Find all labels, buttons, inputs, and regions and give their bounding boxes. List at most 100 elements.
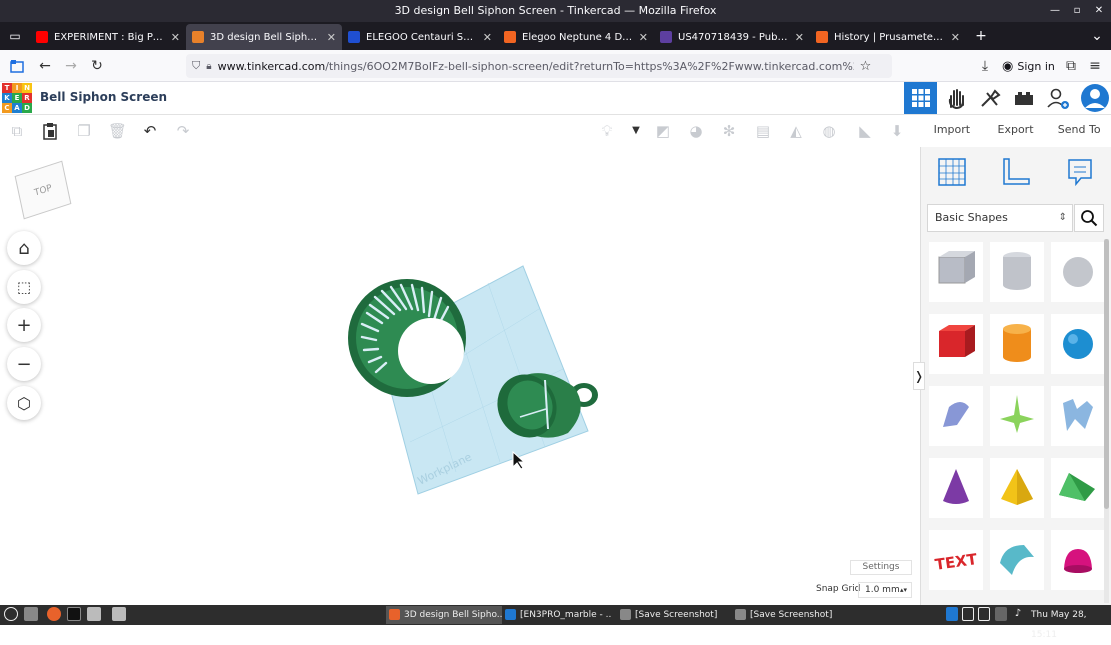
shape-cone[interactable] <box>929 458 983 518</box>
shape-box-hole[interactable] <box>929 242 983 302</box>
url-bar[interactable]: ⛉ 🔒︎ www.tinkercad.com/things/6OO2M7BoIF… <box>186 54 892 78</box>
shape-shape-generator[interactable] <box>990 386 1044 446</box>
close-tab-icon[interactable]: ✕ <box>171 31 180 44</box>
taskbar-window[interactable]: 3D design Bell Sipho... <box>386 606 502 624</box>
shape-paraboloid[interactable] <box>1051 530 1105 590</box>
close-tab-icon[interactable]: ✕ <box>483 31 492 44</box>
list-tabs-icon[interactable]: ⌄ <box>1084 23 1110 49</box>
downloads-icon[interactable]: ⤓ <box>972 53 998 79</box>
tab-overview-icon[interactable]: ▭ <box>0 23 30 49</box>
new-tab-icon[interactable]: + <box>966 23 996 49</box>
sign-in-button[interactable]: ◉ Sign in <box>1002 54 1056 78</box>
browser-tab[interactable]: History | Prusameter | Printa ✕ <box>810 24 966 50</box>
extensions-icon[interactable]: ⧉ <box>1058 53 1084 79</box>
group-icon[interactable]: ◩ <box>654 122 672 140</box>
notes-icon[interactable]: 💡︎ <box>598 122 616 140</box>
taskbar-window[interactable]: [EN3PRO_marble - ... <box>502 606 612 624</box>
cruise-icon[interactable]: ✻ <box>720 122 738 140</box>
design-name[interactable]: Bell Siphon Screen <box>40 90 167 104</box>
blocks-button[interactable] <box>939 82 972 114</box>
screen-cylinder-model[interactable] <box>348 279 466 397</box>
browser-tab[interactable]: ELEGOO Centauri Series – El ✕ <box>342 24 498 50</box>
shape-scribble[interactable] <box>929 386 983 446</box>
undo-icon[interactable]: ↶ <box>141 122 159 140</box>
bookmark-star-icon[interactable]: ☆ <box>860 59 872 74</box>
shape-cylinder[interactable] <box>990 314 1044 374</box>
fit-view-button[interactable]: ⬚ <box>7 270 41 304</box>
redo-icon[interactable]: ↷ <box>174 122 192 140</box>
mirror-icon[interactable]: ◭ <box>787 122 805 140</box>
browser-tab[interactable]: EXPERIMENT : Big Pink Erup ✕ <box>30 24 186 50</box>
shape-half-cylinder[interactable] <box>990 530 1044 590</box>
paste-icon[interactable] <box>41 122 59 140</box>
copy-icon[interactable]: ⧉ <box>8 122 26 140</box>
lock-icon[interactable]: 🔒︎ <box>206 61 211 72</box>
browser-tab[interactable]: US470718439 - Publish | Ne ✕ <box>654 24 810 50</box>
home-view-button[interactable]: ⌂ <box>7 231 41 265</box>
settings-button[interactable]: Settings <box>850 560 912 575</box>
shape-text-shape[interactable] <box>1051 386 1105 446</box>
notes-panel-icon[interactable] <box>1065 157 1095 190</box>
sidebar-icon[interactable] <box>4 53 30 79</box>
snap-grid-select[interactable]: 1.0 mm ▴▾ <box>858 582 912 598</box>
forward-icon[interactable]: → <box>58 53 84 79</box>
shape-sphere[interactable] <box>1051 314 1105 374</box>
show-desktop-icon[interactable] <box>24 607 38 621</box>
ruler-icon[interactable]: ◣ <box>856 122 874 140</box>
shape-sphere-hole[interactable] <box>1051 242 1105 302</box>
clock[interactable]: Thu May 28, 15:11 <box>1031 605 1111 645</box>
bucket-icon[interactable]: ⬇ <box>888 122 906 140</box>
ruler-panel-icon[interactable] <box>1001 157 1031 190</box>
import-button[interactable]: Import <box>920 115 984 147</box>
align-icon[interactable]: ▤ <box>754 122 772 140</box>
notes-dropdown-icon[interactable]: ▼ <box>627 122 645 140</box>
shape-roof[interactable] <box>1051 458 1105 518</box>
close-tab-icon[interactable]: ✕ <box>327 31 336 44</box>
shape-library-select[interactable]: Basic Shapes ⇕ <box>927 204 1073 232</box>
shape-search-button[interactable] <box>1074 204 1104 232</box>
duplicate-icon[interactable]: ❐ <box>75 122 93 140</box>
tray-app-icon[interactable] <box>946 607 958 621</box>
bricks-button[interactable] <box>1007 82 1040 114</box>
profile-avatar[interactable] <box>1078 82 1111 114</box>
terminal-launcher-icon[interactable] <box>67 607 81 621</box>
invite-user-button[interactable] <box>1041 82 1074 114</box>
close-tab-icon[interactable]: ✕ <box>639 31 648 44</box>
zoom-in-button[interactable]: + <box>7 308 41 342</box>
browser-tab[interactable]: Elegoo Neptune 4 Display Sl ✕ <box>498 24 654 50</box>
reload-icon[interactable]: ↻ <box>84 53 110 79</box>
menu-icon[interactable]: ≡ <box>1082 53 1108 79</box>
workplane-tool-icon[interactable]: ◍ <box>820 122 838 140</box>
shape-box[interactable] <box>929 314 983 374</box>
tray-shield-icon[interactable] <box>978 607 990 621</box>
firefox-launcher-icon[interactable] <box>47 607 61 621</box>
browser-tab[interactable]: 3D design Bell Siphon Scree ✕ <box>186 24 342 50</box>
taskbar-window[interactable]: [Save Screenshot] <box>732 606 844 624</box>
maximize-icon[interactable]: ▫ <box>1068 0 1086 22</box>
start-menu-icon[interactable] <box>4 607 18 621</box>
shape-pyramid[interactable] <box>990 458 1044 518</box>
collapse-panel-button[interactable]: ❭ <box>913 362 925 390</box>
files-launcher-icon[interactable] <box>87 607 101 621</box>
minimize-icon[interactable]: — <box>1046 0 1064 22</box>
sim-lab-button[interactable] <box>973 82 1006 114</box>
panel-scrollbar[interactable] <box>1104 239 1109 603</box>
ungroup-icon[interactable]: ◕ <box>687 122 705 140</box>
3d-view-button[interactable] <box>904 82 937 114</box>
shape-text[interactable]: TEXT <box>929 530 983 590</box>
folder-launcher-icon[interactable] <box>112 607 126 621</box>
taskbar-window[interactable]: [Save Screenshot] <box>617 606 729 624</box>
close-tab-icon[interactable]: ✕ <box>951 31 960 44</box>
send-to-button[interactable]: Send To <box>1047 115 1111 147</box>
3d-viewport[interactable]: Workplane <box>0 147 920 605</box>
tinkercad-logo[interactable]: TINKERCAD <box>2 83 32 113</box>
back-icon[interactable]: ← <box>32 53 58 79</box>
workplane-panel-icon[interactable] <box>937 157 967 190</box>
tray-clipboard-icon[interactable] <box>962 607 974 621</box>
volume-icon[interactable]: ♪ <box>1012 607 1024 621</box>
close-window-icon[interactable]: ✕ <box>1090 0 1108 22</box>
close-tab-icon[interactable]: ✕ <box>795 31 804 44</box>
ortho-view-button[interactable]: ⬡ <box>7 386 41 420</box>
zoom-out-button[interactable]: − <box>7 347 41 381</box>
export-button[interactable]: Export <box>984 115 1048 147</box>
